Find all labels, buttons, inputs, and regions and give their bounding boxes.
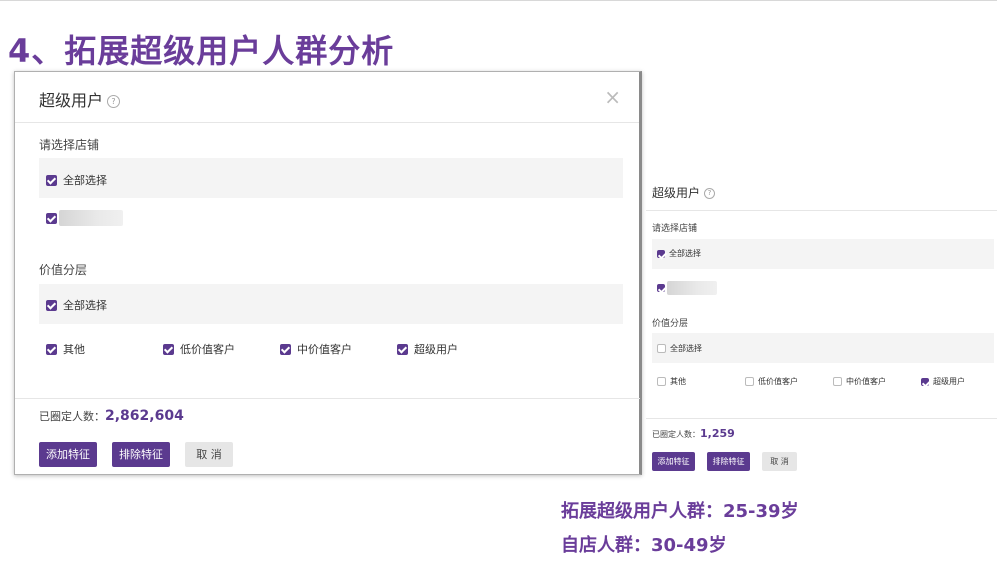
super-user-dialog-small: 超级用户? 请选择店铺 全部选择 价值分层 全部选择 其他 低价值客户 中价值客… (646, 170, 997, 480)
tier-checkbox-low-value[interactable]: 低价值客户 (163, 341, 235, 357)
checkbox-checked-icon (46, 212, 57, 224)
tier-select-all-checkbox[interactable]: 全部选择 (46, 297, 107, 313)
blurred-store-name (59, 210, 123, 226)
store-section-label: 请选择店铺 (652, 224, 698, 234)
tier-select-all-bar (652, 333, 994, 363)
store-select-all-checkbox[interactable]: 全部选择 (657, 248, 701, 259)
checkbox-unchecked-icon (745, 377, 754, 386)
tier-checkbox-mid-value[interactable]: 中价值客户 (280, 341, 352, 357)
tier-checkbox-super-user[interactable]: 超级用户 (921, 376, 965, 387)
checkbox-unchecked-icon (833, 377, 842, 386)
tier-checkbox-mid-value[interactable]: 中价值客户 (833, 376, 886, 387)
question-circle-icon[interactable]: ? (704, 188, 716, 199)
slide-title: 4、拓展超级用户人群分析 (8, 32, 395, 70)
header-divider (646, 210, 997, 211)
store-select-all-bar (39, 158, 623, 198)
dialog-title: 超级用户? (39, 87, 121, 111)
blurred-store-name (667, 281, 717, 295)
tier-select-all-bar (39, 284, 623, 324)
footer-divider (646, 418, 997, 419)
store-section-label: 请选择店铺 (39, 138, 100, 152)
tier-checkbox-other[interactable]: 其他 (46, 341, 85, 357)
add-feature-button[interactable]: 添加特征 (652, 452, 695, 471)
tier-section-label: 价值分层 (652, 319, 689, 329)
checkbox-unchecked-icon (657, 344, 666, 353)
tier-checkbox-other[interactable]: 其他 (657, 376, 686, 387)
checkbox-checked-icon (46, 174, 57, 186)
tier-checkbox-super-user[interactable]: 超级用户 (397, 341, 458, 357)
exclude-feature-button[interactable]: 排除特征 (112, 442, 170, 467)
selected-count: 已圈定人数：1,259 (652, 427, 735, 440)
selected-count-value: 1,259 (700, 427, 735, 440)
footer-divider (15, 398, 640, 399)
checkbox-checked-icon (46, 299, 57, 311)
checkbox-checked-icon (397, 343, 408, 355)
add-feature-button[interactable]: 添加特征 (39, 442, 97, 467)
cancel-button[interactable]: 取 消 (762, 452, 797, 471)
note-own-store-crowd-age: 自店人群：30-49岁 (561, 535, 727, 556)
store-item-checkbox[interactable] (657, 281, 717, 295)
cancel-button[interactable]: 取 消 (185, 442, 233, 467)
dialog-title: 超级用户? (652, 184, 716, 201)
super-user-dialog-large: 超级用户? × 请选择店铺 全部选择 价值分层 全部选择 其他 低价值客户 中价… (14, 71, 642, 475)
tier-checkbox-low-value[interactable]: 低价值客户 (745, 376, 798, 387)
question-circle-icon[interactable]: ? (107, 95, 121, 108)
tier-section-label: 价值分层 (39, 263, 88, 277)
selected-count: 已圈定人数：2,862,604 (39, 408, 184, 424)
checkbox-checked-icon (46, 343, 57, 355)
close-icon[interactable]: × (604, 85, 621, 109)
store-select-all-checkbox[interactable]: 全部选择 (46, 172, 107, 188)
dialog-title-text: 超级用户 (39, 91, 104, 110)
checkbox-unchecked-icon (657, 377, 666, 386)
top-divider (0, 0, 997, 1)
selected-count-value: 2,862,604 (105, 408, 184, 424)
dialog-header: 超级用户? × (15, 72, 639, 123)
tier-select-all-checkbox[interactable]: 全部选择 (657, 343, 702, 354)
checkbox-checked-icon (280, 343, 291, 355)
note-expanded-crowd-age: 拓展超级用户人群：25-39岁 (561, 501, 799, 522)
checkbox-checked-icon (657, 284, 665, 292)
checkbox-checked-icon (921, 377, 929, 386)
exclude-feature-button[interactable]: 排除特征 (707, 452, 750, 471)
checkbox-checked-icon (657, 249, 665, 258)
store-select-all-bar (652, 239, 994, 269)
store-item-checkbox[interactable] (46, 210, 123, 226)
checkbox-checked-icon (163, 343, 174, 355)
